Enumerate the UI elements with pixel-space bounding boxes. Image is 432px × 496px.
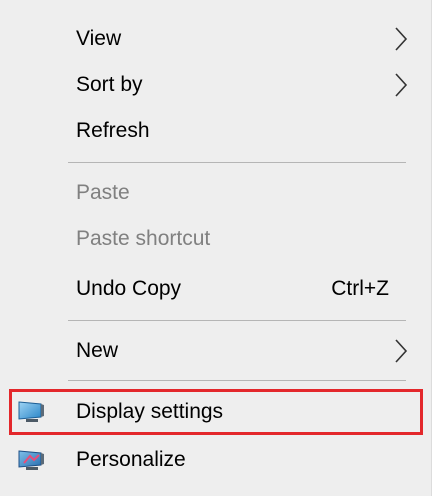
desktop-context-menu: View Sort by Refresh Paste Paste shortcu…: [0, 0, 432, 496]
menu-item-paste-shortcut[interactable]: Paste shortcut: [0, 216, 432, 262]
menu-item-refresh-label: Refresh: [76, 119, 150, 142]
chevron-right-icon: [395, 27, 408, 51]
menu-separator: [68, 380, 406, 381]
menu-separator: [68, 162, 406, 163]
menu-item-sort-by[interactable]: Sort by: [0, 62, 432, 108]
menu-item-undo-copy[interactable]: Undo Copy Ctrl+Z: [0, 266, 432, 312]
menu-item-new[interactable]: New: [0, 328, 432, 374]
menu-item-refresh[interactable]: Refresh: [0, 108, 432, 154]
menu-item-sort-by-label: Sort by: [76, 73, 143, 96]
chevron-right-icon: [395, 73, 408, 97]
menu-item-display-settings[interactable]: Display settings: [0, 389, 432, 435]
menu-separator: [68, 320, 406, 321]
menu-item-paste[interactable]: Paste: [0, 170, 432, 216]
menu-item-new-label: New: [76, 339, 119, 362]
menu-item-personalize[interactable]: Personalize: [0, 437, 432, 483]
personalize-icon: [18, 450, 44, 470]
menu-item-undo-copy-label: Undo Copy: [76, 277, 182, 300]
menu-item-view-label: View: [76, 27, 122, 50]
menu-item-personalize-label: Personalize: [76, 448, 186, 471]
menu-item-view[interactable]: View: [0, 16, 432, 62]
menu-item-paste-label: Paste: [76, 181, 130, 204]
display-settings-icon: [18, 401, 44, 422]
chevron-right-icon: [395, 339, 408, 363]
menu-item-display-settings-label: Display settings: [76, 400, 224, 423]
menu-item-undo-copy-shortcut: Ctrl+Z: [331, 277, 389, 300]
menu-item-paste-shortcut-label: Paste shortcut: [76, 227, 211, 250]
